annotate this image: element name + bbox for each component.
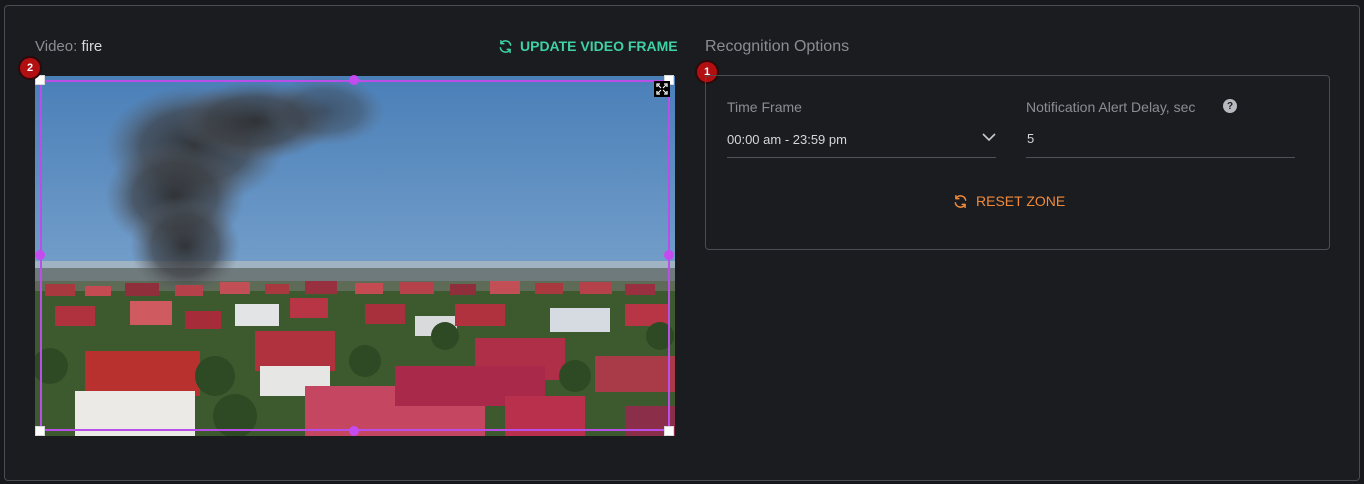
alert-delay-label: Notification Alert Delay, sec xyxy=(1026,99,1196,115)
video-title: Video: fire xyxy=(35,38,102,55)
video-name: fire xyxy=(81,38,103,55)
zone-handle-bottom-right[interactable] xyxy=(664,426,674,436)
expand-icon xyxy=(656,83,668,95)
question-circle-icon[interactable]: ? xyxy=(1223,99,1237,113)
time-frame-underline xyxy=(727,157,996,158)
recognition-options-title: Recognition Options xyxy=(705,38,850,55)
fullscreen-button[interactable] xyxy=(654,81,670,97)
video-frame-image xyxy=(35,76,675,436)
video-step-badge: 2 xyxy=(20,58,40,78)
reset-zone-label: RESET ZONE xyxy=(976,193,1066,209)
zone-handle-right-middle[interactable] xyxy=(664,250,674,260)
zone-handle-bottom-middle[interactable] xyxy=(349,426,359,436)
reset-zone-button[interactable]: RESET ZONE xyxy=(953,193,1065,209)
alert-delay-input[interactable]: 5 xyxy=(1027,131,1287,146)
chevron-down-icon[interactable] xyxy=(981,131,997,143)
zone-handle-bottom-left[interactable] xyxy=(35,426,45,436)
video-frame[interactable] xyxy=(35,76,675,436)
video-title-label: Video: xyxy=(35,38,78,55)
refresh-icon xyxy=(954,194,967,208)
update-video-frame-button[interactable]: UPDATE VIDEO FRAME xyxy=(498,38,678,54)
time-frame-label: Time Frame xyxy=(727,99,802,115)
update-video-frame-label: UPDATE VIDEO FRAME xyxy=(520,38,678,54)
zone-handle-left-middle[interactable] xyxy=(35,250,45,260)
refresh-icon xyxy=(499,39,512,53)
zone-handle-top-middle[interactable] xyxy=(349,75,359,85)
zone-handle-top-left[interactable] xyxy=(35,75,45,85)
time-frame-select[interactable]: 00:00 am - 23:59 pm xyxy=(727,132,977,147)
alert-delay-underline xyxy=(1026,157,1295,158)
